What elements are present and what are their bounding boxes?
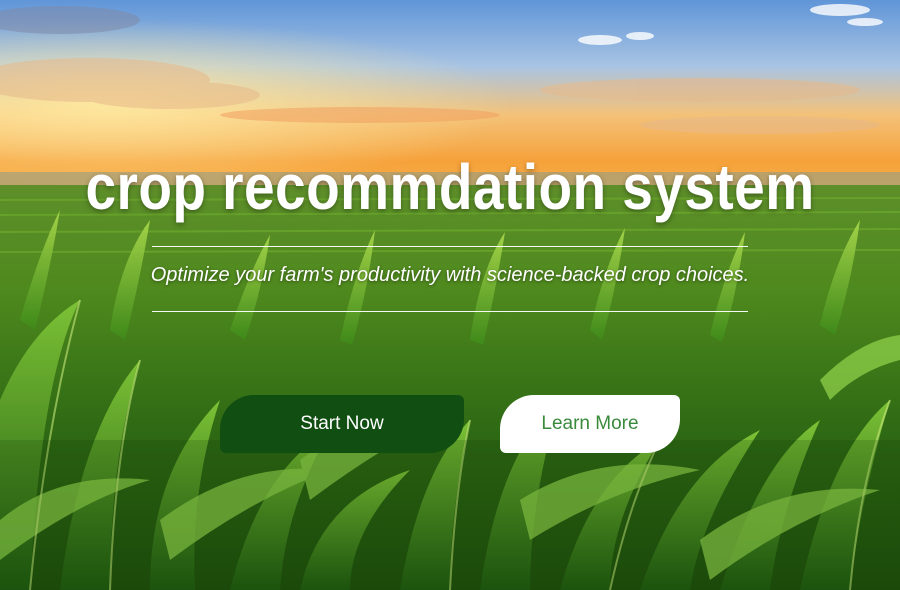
top-divider	[152, 246, 748, 247]
tagline: Optimize your farm's productivity with s…	[150, 264, 750, 286]
learn-more-button[interactable]: Learn More	[500, 395, 680, 453]
bottom-divider	[152, 311, 748, 312]
learn-more-label: Learn More	[541, 413, 639, 434]
page-title: crop recommdation system	[85, 151, 815, 223]
cornfield-background-image	[0, 0, 900, 590]
start-now-label: Start Now	[300, 413, 384, 434]
start-now-button[interactable]: Start Now	[220, 395, 464, 453]
hero-section: crop recommdation system Optimize your f…	[0, 0, 900, 590]
